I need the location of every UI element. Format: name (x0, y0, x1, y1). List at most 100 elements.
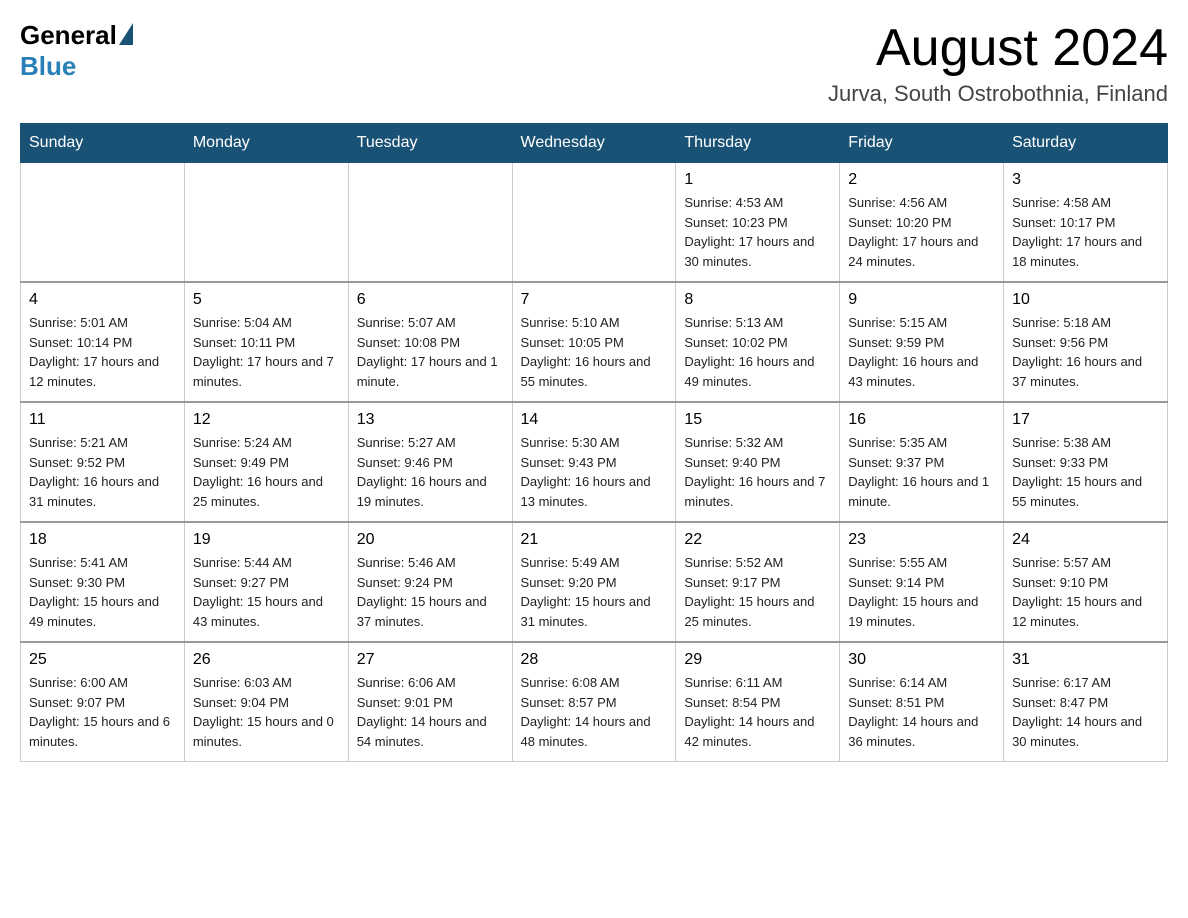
col-header-wednesday: Wednesday (512, 124, 676, 163)
day-number: 5 (193, 291, 340, 309)
calendar-header-row: SundayMondayTuesdayWednesdayThursdayFrid… (21, 124, 1168, 163)
week-row-2: 4 Sunrise: 5:01 AMSunset: 10:14 PMDayligh… (21, 282, 1168, 402)
day-info: Sunrise: 5:49 AMSunset: 9:20 PMDaylight:… (521, 553, 668, 631)
day-info: Sunrise: 5:24 AMSunset: 9:49 PMDaylight:… (193, 433, 340, 511)
calendar-cell: 4 Sunrise: 5:01 AMSunset: 10:14 PMDayligh… (21, 282, 185, 402)
day-number: 1 (684, 171, 831, 189)
day-info: Sunrise: 5:52 AMSunset: 9:17 PMDaylight:… (684, 553, 831, 631)
day-number: 10 (1012, 291, 1159, 309)
col-header-monday: Monday (184, 124, 348, 163)
calendar-cell: 1 Sunrise: 4:53 AMSunset: 10:23 PMDayligh… (676, 163, 840, 283)
day-info: Sunrise: 6:17 AMSunset: 8:47 PMDaylight:… (1012, 673, 1159, 751)
logo-general-text: General (20, 20, 117, 51)
week-row-1: 1 Sunrise: 4:53 AMSunset: 10:23 PMDayligh… (21, 163, 1168, 283)
day-number: 20 (357, 531, 504, 549)
day-info: Sunrise: 5:15 AMSunset: 9:59 PMDaylight:… (848, 313, 995, 391)
day-info: Sunrise: 5:21 AMSunset: 9:52 PMDaylight:… (29, 433, 176, 511)
day-info: Sunrise: 5:18 AMSunset: 9:56 PMDaylight:… (1012, 313, 1159, 391)
calendar-cell: 16 Sunrise: 5:35 AMSunset: 9:37 PMDayligh… (840, 402, 1004, 522)
month-title: August 2024 (828, 20, 1168, 77)
day-number: 31 (1012, 651, 1159, 669)
day-number: 13 (357, 411, 504, 429)
week-row-3: 11 Sunrise: 5:21 AMSunset: 9:52 PMDayligh… (21, 402, 1168, 522)
calendar-cell: 17 Sunrise: 5:38 AMSunset: 9:33 PMDayligh… (1004, 402, 1168, 522)
calendar-cell: 13 Sunrise: 5:27 AMSunset: 9:46 PMDayligh… (348, 402, 512, 522)
calendar-cell: 28 Sunrise: 6:08 AMSunset: 8:57 PMDayligh… (512, 642, 676, 762)
day-info: Sunrise: 5:32 AMSunset: 9:40 PMDaylight:… (684, 433, 831, 511)
day-info: Sunrise: 5:57 AMSunset: 9:10 PMDaylight:… (1012, 553, 1159, 631)
calendar-cell: 18 Sunrise: 5:41 AMSunset: 9:30 PMDayligh… (21, 522, 185, 642)
calendar-cell (21, 163, 185, 283)
day-info: Sunrise: 5:01 AMSunset: 10:14 PMDaylight… (29, 313, 176, 391)
calendar-cell: 15 Sunrise: 5:32 AMSunset: 9:40 PMDayligh… (676, 402, 840, 522)
day-number: 27 (357, 651, 504, 669)
day-info: Sunrise: 5:27 AMSunset: 9:46 PMDaylight:… (357, 433, 504, 511)
calendar-cell: 9Sunrise: 5:15 AMSunset: 9:59 PMDaylight… (840, 282, 1004, 402)
calendar-cell: 29 Sunrise: 6:11 AMSunset: 8:54 PMDayligh… (676, 642, 840, 762)
day-number: 7 (521, 291, 668, 309)
day-info: Sunrise: 5:46 AMSunset: 9:24 PMDaylight:… (357, 553, 504, 631)
calendar-cell (184, 163, 348, 283)
calendar-table: SundayMondayTuesdayWednesdayThursdayFrid… (20, 123, 1168, 762)
logo: General Blue (20, 20, 133, 82)
day-info: Sunrise: 4:56 AMSunset: 10:20 PMDaylight… (848, 193, 995, 271)
day-number: 21 (521, 531, 668, 549)
day-info: Sunrise: 5:41 AMSunset: 9:30 PMDaylight:… (29, 553, 176, 631)
day-info: Sunrise: 6:03 AMSunset: 9:04 PMDaylight:… (193, 673, 340, 751)
day-number: 16 (848, 411, 995, 429)
day-info: Sunrise: 5:38 AMSunset: 9:33 PMDaylight:… (1012, 433, 1159, 511)
calendar-cell: 10 Sunrise: 5:18 AMSunset: 9:56 PMDayligh… (1004, 282, 1168, 402)
calendar-cell: 7Sunrise: 5:10 AMSunset: 10:05 PMDayligh… (512, 282, 676, 402)
day-info: Sunrise: 6:11 AMSunset: 8:54 PMDaylight:… (684, 673, 831, 751)
day-number: 26 (193, 651, 340, 669)
calendar-cell: 2 Sunrise: 4:56 AMSunset: 10:20 PMDayligh… (840, 163, 1004, 283)
day-info: Sunrise: 5:35 AMSunset: 9:37 PMDaylight:… (848, 433, 995, 511)
day-number: 3 (1012, 171, 1159, 189)
day-number: 25 (29, 651, 176, 669)
day-info: Sunrise: 5:04 AMSunset: 10:11 PMDaylight… (193, 313, 340, 391)
day-number: 4 (29, 291, 176, 309)
location-title: Jurva, South Ostrobothnia, Finland (828, 81, 1168, 107)
calendar-cell: 21 Sunrise: 5:49 AMSunset: 9:20 PMDayligh… (512, 522, 676, 642)
calendar-cell (348, 163, 512, 283)
calendar-cell: 24 Sunrise: 5:57 AMSunset: 9:10 PMDayligh… (1004, 522, 1168, 642)
week-row-5: 25 Sunrise: 6:00 AMSunset: 9:07 PMDayligh… (21, 642, 1168, 762)
day-info: Sunrise: 5:13 AMSunset: 10:02 PMDaylight… (684, 313, 831, 391)
calendar-cell: 5 Sunrise: 5:04 AMSunset: 10:11 PMDayligh… (184, 282, 348, 402)
col-header-saturday: Saturday (1004, 124, 1168, 163)
calendar-cell: 30 Sunrise: 6:14 AMSunset: 8:51 PMDayligh… (840, 642, 1004, 762)
col-header-sunday: Sunday (21, 124, 185, 163)
day-info: Sunrise: 6:00 AMSunset: 9:07 PMDaylight:… (29, 673, 176, 751)
day-info: Sunrise: 4:58 AMSunset: 10:17 PMDaylight… (1012, 193, 1159, 271)
col-header-friday: Friday (840, 124, 1004, 163)
page-header: General Blue August 2024 Jurva, South Os… (20, 20, 1168, 107)
col-header-thursday: Thursday (676, 124, 840, 163)
day-info: Sunrise: 5:30 AMSunset: 9:43 PMDaylight:… (521, 433, 668, 511)
day-number: 29 (684, 651, 831, 669)
calendar-cell (512, 163, 676, 283)
day-number: 18 (29, 531, 176, 549)
day-number: 17 (1012, 411, 1159, 429)
day-number: 6 (357, 291, 504, 309)
calendar-cell: 11 Sunrise: 5:21 AMSunset: 9:52 PMDayligh… (21, 402, 185, 522)
day-info: Sunrise: 6:14 AMSunset: 8:51 PMDaylight:… (848, 673, 995, 751)
title-section: August 2024 Jurva, South Ostrobothnia, F… (828, 20, 1168, 107)
day-number: 30 (848, 651, 995, 669)
day-number: 28 (521, 651, 668, 669)
day-number: 2 (848, 171, 995, 189)
calendar-cell: 25 Sunrise: 6:00 AMSunset: 9:07 PMDayligh… (21, 642, 185, 762)
day-number: 15 (684, 411, 831, 429)
day-info: Sunrise: 6:08 AMSunset: 8:57 PMDaylight:… (521, 673, 668, 751)
day-number: 19 (193, 531, 340, 549)
calendar-cell: 19 Sunrise: 5:44 AMSunset: 9:27 PMDayligh… (184, 522, 348, 642)
day-info: Sunrise: 6:06 AMSunset: 9:01 PMDaylight:… (357, 673, 504, 751)
calendar-cell: 3 Sunrise: 4:58 AMSunset: 10:17 PMDayligh… (1004, 163, 1168, 283)
day-info: Sunrise: 5:44 AMSunset: 9:27 PMDaylight:… (193, 553, 340, 631)
calendar-cell: 8Sunrise: 5:13 AMSunset: 10:02 PMDayligh… (676, 282, 840, 402)
day-number: 11 (29, 411, 176, 429)
day-info: Sunrise: 4:53 AMSunset: 10:23 PMDaylight… (684, 193, 831, 271)
day-number: 24 (1012, 531, 1159, 549)
calendar-cell: 27 Sunrise: 6:06 AMSunset: 9:01 PMDayligh… (348, 642, 512, 762)
calendar-cell: 23Sunrise: 5:55 AMSunset: 9:14 PMDayligh… (840, 522, 1004, 642)
day-number: 22 (684, 531, 831, 549)
